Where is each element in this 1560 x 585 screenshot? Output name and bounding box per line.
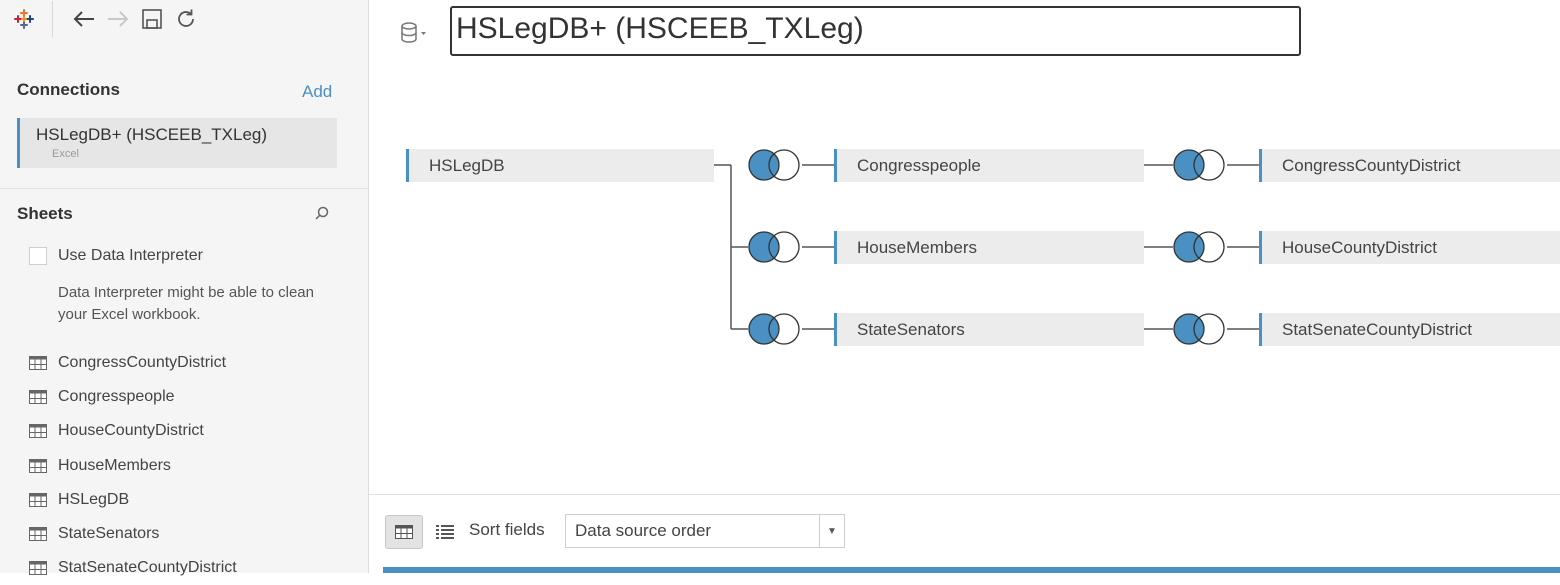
table-housecountydistrict[interactable]: HouseCountyDistrict [1259,231,1560,264]
table-icon [29,458,47,473]
data-interpreter-row: Use Data Interpreter [29,247,203,265]
left-join-icon[interactable] [1173,313,1225,345]
table-icon [29,492,47,507]
sheet-label: Congresspeople [58,388,175,406]
sheet-label: HouseCountyDistrict [58,422,204,440]
sheet-item-congresspeople[interactable]: Congresspeople [29,380,237,414]
left-join-icon[interactable] [1173,149,1225,181]
sort-fields-label: Sort fields [469,520,545,539]
sheet-list: CongressCountyDistrict Congresspeople Ho… [29,346,237,585]
use-data-interpreter-checkbox[interactable] [29,247,47,265]
list-icon [436,525,454,539]
datasource-name-field[interactable]: HSLegDB+ (HSCEEB_TXLeg) [450,6,1301,56]
connection-name: HSLegDB+ (HSCEEB_TXLeg) [36,125,268,144]
table-icon [29,424,47,439]
connections-title: Connections [17,80,120,99]
table-icon [29,527,47,542]
arrow-left-icon[interactable] [67,5,101,33]
refresh-icon[interactable] [169,5,203,33]
search-icon[interactable] [313,205,331,223]
left-join-icon[interactable] [748,313,800,345]
sheet-label: HSLegDB [58,490,130,508]
arrow-right-icon[interactable] [101,5,135,33]
canvas-divider [369,494,1560,495]
sort-fields-value: Data source order [575,521,712,540]
chevron-down-icon[interactable]: ▼ [819,515,844,547]
left-join-icon[interactable] [748,149,800,181]
grid-header-bar [383,567,1560,573]
sheet-label: HouseMembers [58,456,171,474]
sidebar-divider [0,188,368,189]
sheet-item-statesenators[interactable]: StateSenators [29,517,237,551]
table-icon [29,356,47,371]
table-statesenators[interactable]: StateSenators [834,313,1144,346]
sheet-item-statsenatecountydistrict[interactable]: StatSenateCountyDistrict [29,551,237,585]
use-data-interpreter-label[interactable]: Use Data Interpreter [58,247,203,265]
connection-type: Excel [52,148,79,160]
main-canvas: HSLegDB+ (HSCEEB_TXLeg) HSLegDB Congress… [369,0,1560,573]
table-housemembers[interactable]: HouseMembers [834,231,1144,264]
sheet-item-housecountydistrict[interactable]: HouseCountyDistrict [29,414,237,448]
sort-fields-select[interactable]: Data source order ▼ [565,514,845,548]
table-congresspeople[interactable]: Congresspeople [834,149,1144,182]
table-congresscountydistrict[interactable]: CongressCountyDistrict [1259,149,1560,182]
table-statsenatecountydistrict[interactable]: StatSenateCountyDistrict [1259,313,1560,346]
sheet-label: CongressCountyDistrict [58,354,227,372]
sheet-label: StatSenateCountyDistrict [58,559,237,577]
sheet-item-congresscountydistrict[interactable]: CongressCountyDistrict [29,346,237,380]
sheet-item-hslegdb[interactable]: HSLegDB [29,483,237,517]
grid-view-button[interactable] [385,515,423,549]
add-connection-link[interactable]: Add [302,82,332,102]
tableau-logo-icon[interactable] [10,5,38,33]
sheets-title: Sheets [17,204,73,223]
table-hslegdb[interactable]: HSLegDB [406,149,714,182]
table-icon [29,390,47,405]
left-join-icon[interactable] [1173,231,1225,263]
table-icon [29,561,47,576]
toolbar [10,1,203,37]
database-icon[interactable] [399,20,431,46]
sheet-label: StateSenators [58,525,160,543]
connection-item[interactable]: HSLegDB+ (HSCEEB_TXLeg) Excel [17,118,337,168]
save-icon[interactable] [135,5,169,33]
left-join-icon[interactable] [748,231,800,263]
grid-icon [395,525,413,539]
data-interpreter-description: Data Interpreter might be able to clean … [58,284,314,323]
sheet-item-housemembers[interactable]: HouseMembers [29,449,237,483]
sidebar: Connections Add HSLegDB+ (HSCEEB_TXLeg) … [0,0,369,576]
list-view-button[interactable] [430,515,460,549]
toolbar-divider [52,1,53,37]
